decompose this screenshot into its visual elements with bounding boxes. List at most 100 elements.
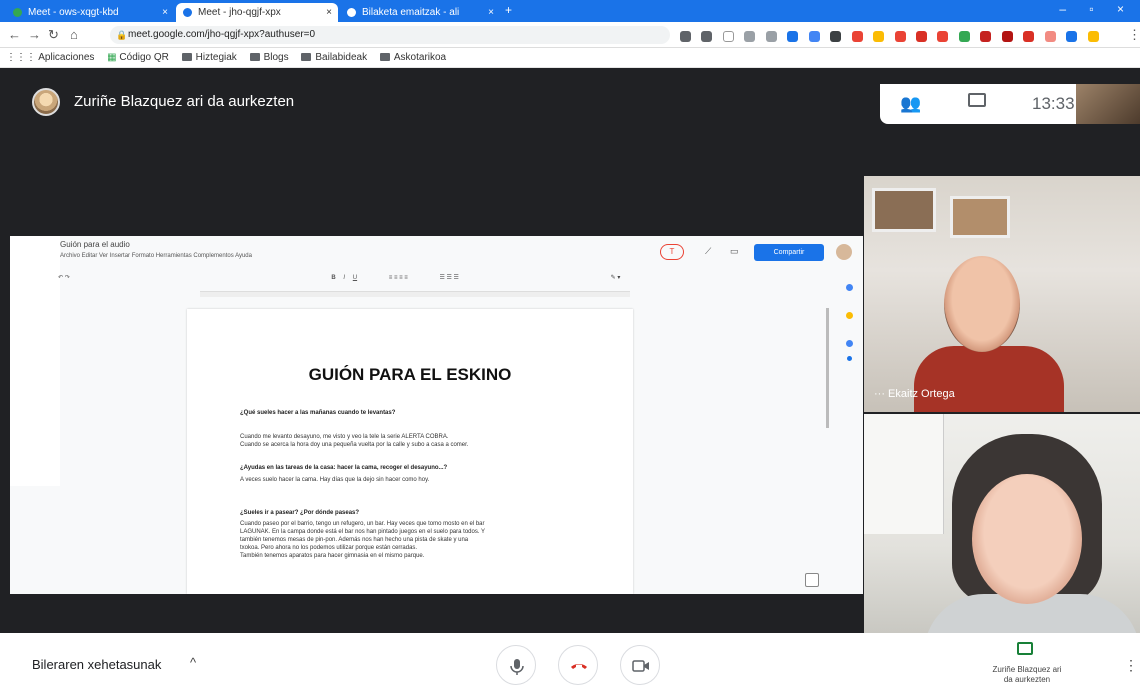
bookmark-folder[interactable]: Hiztegiak: [181, 48, 237, 68]
new-tab-icon[interactable]: +: [505, 3, 512, 17]
window-controls-icon[interactable]: – ▫ ×: [1059, 2, 1134, 16]
qr-icon: ▦: [107, 52, 120, 63]
participant-face: [972, 474, 1082, 604]
participant-face: [944, 256, 1020, 352]
keep-icon: [846, 312, 853, 319]
extension-icon[interactable]: [765, 31, 777, 43]
extension-icon[interactable]: [787, 31, 799, 43]
doc-ruler: [200, 291, 630, 297]
url-field[interactable]: 🔒 meet.google.com/jho-qgjf-xpx?authuser=…: [110, 26, 670, 44]
tab-title: Meet - ows-xqgt-kbd: [28, 7, 119, 18]
extension-icon[interactable]: [1066, 31, 1078, 43]
extension-icon[interactable]: [980, 31, 992, 43]
share-button: Compartir: [754, 244, 824, 261]
doc-answer-line: txokoa. Pero ahora no los podemos utiliz…: [240, 545, 418, 551]
meeting-details-button[interactable]: Bileraren xehetasunak: [32, 657, 161, 672]
meeting-clock: 13:33: [1032, 94, 1075, 113]
doc-question: ¿Ayudas en las tareas de la casa: hacer …: [240, 465, 448, 471]
hang-up-button[interactable]: [558, 645, 598, 685]
bookmark-qr[interactable]: ▦ Código QR: [107, 48, 169, 68]
participant-body: [914, 346, 1064, 412]
folder-icon: [301, 53, 312, 61]
camera-button[interactable]: [620, 645, 660, 685]
presenting-status: Zuriñe Blazquez ari da aurkezten: [992, 665, 1062, 684]
present-screen-icon[interactable]: [1017, 642, 1033, 655]
self-view-thumbnail[interactable]: [1076, 84, 1140, 124]
bookmark-folder[interactable]: Bailabideak: [301, 48, 367, 68]
doc-toolbar: ↶ ↷ B I U ≡ ≡ ≡ ≡ ☰ ☰ ☰ ✎ ▾: [58, 274, 833, 287]
home-icon[interactable]: ⌂: [70, 27, 78, 42]
bold-icon: B: [331, 275, 336, 281]
extension-icon[interactable]: [1001, 31, 1013, 43]
extension-icon[interactable]: [937, 31, 949, 43]
doc-question: ¿Qué sueles hacer a las mañanas cuando t…: [240, 410, 396, 416]
browser-tab-active[interactable]: Meet - jho-qgjf-xpx ×: [176, 3, 338, 22]
bookmark-folder[interactable]: Blogs: [249, 48, 289, 68]
browser-tab-bar: Meet - ows-xqgt-kbd × Meet - jho-qgjf-xp…: [0, 0, 1140, 22]
doc-scrollbar: [826, 308, 829, 428]
extension-icon[interactable]: [915, 31, 927, 43]
lock-icon: 🔒: [116, 30, 128, 40]
meeting-top-controls: 👥 13:33: [880, 84, 1140, 124]
more-options-icon[interactable]: ···: [874, 388, 888, 400]
extensions-row: [680, 28, 1105, 43]
doc-outline-panel: [10, 236, 60, 486]
participant-tile[interactable]: [864, 414, 1140, 633]
extension-icon[interactable]: [1023, 31, 1035, 43]
extension-icon[interactable]: [894, 31, 906, 43]
profile-icon[interactable]: [1087, 31, 1099, 43]
doc-menu-bar: Archivo Editar Ver Insertar Formato Herr…: [60, 253, 252, 259]
wall-picture: [950, 196, 1010, 238]
browser-menu-icon[interactable]: ⋮: [1128, 27, 1140, 43]
extension-icon[interactable]: [958, 31, 970, 43]
kitchen-cabinet: [864, 414, 944, 534]
chevron-up-icon[interactable]: ^: [190, 655, 196, 670]
participant-name: ··· Ekaitz Ortega: [874, 388, 955, 400]
extension-icon[interactable]: [701, 31, 713, 43]
folder-icon: [379, 53, 390, 61]
participant-tile[interactable]: ··· Ekaitz Ortega: [864, 176, 1140, 412]
calendar-icon: [846, 284, 853, 291]
doc-answer-line: LAGUNAK. En la campa donde está el bar n…: [240, 529, 486, 535]
browser-tab[interactable]: Bilaketa emaitzak - ali ×: [340, 3, 500, 22]
back-icon[interactable]: ←: [8, 27, 21, 42]
extension-icon[interactable]: [873, 31, 885, 43]
bookmark-folder[interactable]: Askotarikoa: [379, 48, 446, 68]
phone-hangup-icon: [571, 664, 587, 669]
more-options-icon[interactable]: ⋮: [1124, 657, 1138, 674]
doc-answer-line: Cuando se acerca la hora doy una pequeña…: [240, 442, 469, 448]
video-camera-icon: [632, 660, 649, 672]
extension-icon[interactable]: [851, 31, 863, 43]
address-bar-row: ← → ↻ ⌂ 🔒 meet.google.com/jho-qgjf-xpx?a…: [0, 22, 1140, 48]
search-favicon-icon: [347, 8, 356, 17]
presenter-avatar: [32, 88, 60, 116]
close-icon[interactable]: ×: [488, 3, 494, 22]
close-icon[interactable]: ×: [162, 3, 168, 22]
doc-avatar: [836, 244, 852, 260]
presenter-banner: Zuriñe Blazquez ari da aurkezten: [74, 93, 295, 110]
apps-grid-icon: ⋮⋮⋮: [6, 52, 39, 63]
bookmark-apps[interactable]: ⋮⋮⋮ Aplicaciones: [6, 48, 94, 68]
people-icon[interactable]: 👥: [900, 94, 921, 114]
folder-icon: [249, 53, 260, 61]
wall-picture: [872, 188, 936, 232]
star-icon[interactable]: [722, 31, 734, 43]
undo-icon: ↶ ↷: [58, 275, 70, 281]
extension-icon[interactable]: [1044, 31, 1056, 43]
extension-icon[interactable]: [808, 31, 820, 43]
forward-icon[interactable]: →: [28, 27, 41, 42]
microphone-button[interactable]: [496, 645, 536, 685]
close-icon[interactable]: ×: [326, 3, 332, 22]
doc-title: Guión para el audio: [60, 240, 130, 249]
extension-icon[interactable]: [680, 31, 691, 43]
tab-title: Bilaketa emaitzak - ali: [362, 7, 460, 18]
account-badge-icon: T: [660, 244, 684, 260]
extension-icon[interactable]: [830, 31, 842, 43]
browser-tab[interactable]: Meet - ows-xqgt-kbd ×: [6, 3, 174, 22]
doc-answer-line: Cuando paseo por el barrio, tengo un ref…: [240, 521, 485, 527]
doc-page: GUIÓN PARA EL ESKINO ¿Qué sueles hacer a…: [187, 309, 633, 594]
reload-icon[interactable]: ↻: [48, 27, 59, 43]
extension-icon[interactable]: [744, 31, 756, 43]
explore-icon: [805, 573, 819, 587]
chat-icon[interactable]: [968, 93, 986, 107]
